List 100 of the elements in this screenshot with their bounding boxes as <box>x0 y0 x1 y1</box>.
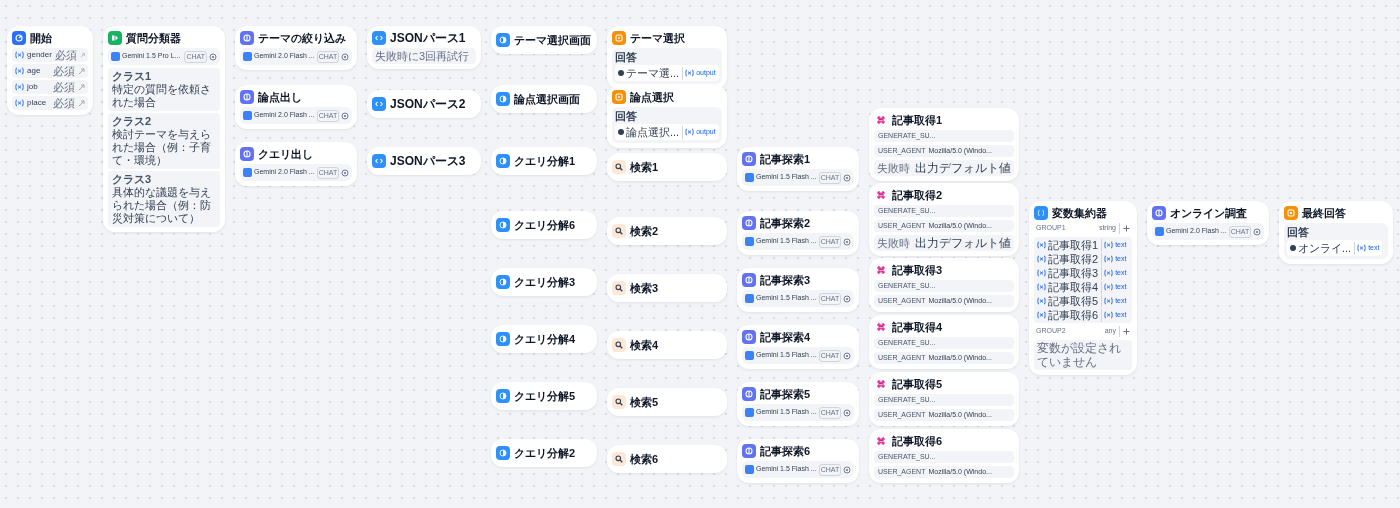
node-title: クエリ分解5 <box>514 389 576 403</box>
settings-icon[interactable] <box>843 237 852 246</box>
node-title: テーマ選択 <box>630 31 685 45</box>
llm-icon <box>742 330 756 344</box>
node-title: 記事探索2 <box>760 216 811 230</box>
node-title: オンライン調査 <box>1170 206 1247 220</box>
workflow-node[interactable]: JSONパース1 失敗時に3回再試行 <box>367 26 481 69</box>
settings-icon[interactable] <box>843 351 852 360</box>
node-title: クエリ分解3 <box>514 275 576 289</box>
settings-icon[interactable] <box>341 111 350 120</box>
variable-icon <box>685 128 695 136</box>
workflow-node[interactable]: 開始 gender 必須 age 必須 job 必須 place 必須 <box>7 26 93 115</box>
workflow-node[interactable]: JSONパース2 <box>367 90 481 118</box>
variable-icon <box>1037 297 1046 305</box>
node-reference: 記事取得6 <box>1048 308 1103 322</box>
workflow-node[interactable]: クエリ分解6 <box>491 211 597 239</box>
workflow-node[interactable]: JSONパース3 <box>367 147 481 175</box>
workflow-node[interactable]: クエリ分解4 <box>491 325 597 353</box>
node-title: 論点選択 <box>630 90 674 104</box>
node-title: 記事探索5 <box>760 387 811 401</box>
variable-icon <box>15 67 24 75</box>
node-title: 記事取得5 <box>892 377 943 391</box>
node-title: テーマの絞り込み <box>258 31 346 45</box>
node-title: JSONパース1 <box>390 31 466 45</box>
variable-icon <box>1034 206 1048 220</box>
variable-row[interactable]: job 必須 <box>12 80 88 94</box>
class-description: 検討テーマを与えられた場合（例：子育て・環境） <box>112 128 212 167</box>
link-icon <box>78 67 85 75</box>
link-icon <box>78 83 85 91</box>
variable-row[interactable]: age 必須 <box>12 64 88 78</box>
workflow-node[interactable]: 検索2 <box>607 217 727 245</box>
add-icon[interactable] <box>1123 225 1130 232</box>
variable-name: age <box>27 65 42 77</box>
variable-icon <box>1037 255 1046 263</box>
variable-row[interactable]: gender 必須 <box>12 48 88 62</box>
answer-icon <box>496 154 510 168</box>
variable-name: gender <box>27 49 52 61</box>
variable-row[interactable]: place 必須 <box>12 96 88 110</box>
node-reference: オンライ... <box>1298 241 1356 255</box>
workflow-node[interactable]: テーマ選択画面 <box>491 26 597 54</box>
settings-icon[interactable] <box>341 52 350 61</box>
error-label: 失敗時 <box>877 161 910 175</box>
variable-icon <box>1037 311 1046 319</box>
workflow-node[interactable]: クエリ分解5 <box>491 382 597 410</box>
workflow-node[interactable]: 検索3 <box>607 274 727 302</box>
link-icon <box>78 99 85 107</box>
workflow-node[interactable]: 検索4 <box>607 331 727 359</box>
settings-icon[interactable] <box>843 465 852 474</box>
answer-icon <box>496 389 510 403</box>
node-title: 検索3 <box>630 281 659 295</box>
question-icon <box>612 31 626 45</box>
required-label: 必須 <box>54 48 77 62</box>
llm-icon <box>742 216 756 230</box>
model-icon <box>745 294 754 303</box>
workflow-node[interactable]: クエリ分解3 <box>491 268 597 296</box>
settings-icon[interactable] <box>209 52 217 61</box>
settings-icon[interactable] <box>341 168 350 177</box>
node-title: 最終回答 <box>1302 206 1346 220</box>
node-reference: 記事取得2 <box>1048 252 1103 266</box>
node-reference: 記事取得3 <box>1048 266 1103 280</box>
llm-icon <box>1152 206 1166 220</box>
required-label: 必須 <box>53 96 75 110</box>
node-title: クエリ分解4 <box>514 332 576 346</box>
error-action: 出力デフォルト値 <box>915 236 1011 250</box>
workflow-node[interactable]: 検索6 <box>607 445 727 473</box>
workflow-node[interactable]: クエリ分解1 <box>491 147 597 175</box>
model-icon <box>745 465 754 474</box>
node-title: 記事探索6 <box>760 444 811 458</box>
node-title: テーマ選択画面 <box>514 33 591 47</box>
model-icon <box>111 52 120 61</box>
settings-icon[interactable] <box>843 294 852 303</box>
variable-icon <box>1104 283 1114 291</box>
workflow-node[interactable]: クエリ分解2 <box>491 439 597 467</box>
node-title: 検索6 <box>630 452 659 466</box>
node-title: 論点選択画面 <box>514 92 580 106</box>
node-reference: 記事取得5 <box>1048 294 1103 308</box>
settings-icon[interactable] <box>843 408 852 417</box>
link-icon <box>79 51 85 59</box>
variable-icon <box>15 51 24 59</box>
variable-icon <box>1104 241 1114 249</box>
node-title: 開始 <box>30 31 52 45</box>
variable-name: place <box>27 97 48 109</box>
answer-icon <box>496 33 510 47</box>
workflow-node[interactable]: 論点選択画面 <box>491 85 597 113</box>
settings-icon[interactable] <box>1253 227 1262 236</box>
class-label: クラス2 <box>112 115 153 128</box>
field-label: 回答 <box>615 51 638 64</box>
variable-icon <box>1037 241 1046 249</box>
llm-icon <box>240 147 254 161</box>
add-icon[interactable] <box>1123 328 1130 335</box>
workflow-node[interactable]: 検索5 <box>607 388 727 416</box>
workflow-node[interactable]: 検索1 <box>607 153 727 181</box>
node-title: 記事探索4 <box>760 330 811 344</box>
class-description: 具体的な議題を与えられた場合（例：防災対策について） <box>112 186 212 225</box>
class-label: クラス1 <box>112 70 153 83</box>
model-icon <box>1155 227 1164 236</box>
start-icon <box>12 31 26 45</box>
settings-icon[interactable] <box>843 173 852 182</box>
split-icon <box>108 31 122 45</box>
model-icon <box>745 351 754 360</box>
